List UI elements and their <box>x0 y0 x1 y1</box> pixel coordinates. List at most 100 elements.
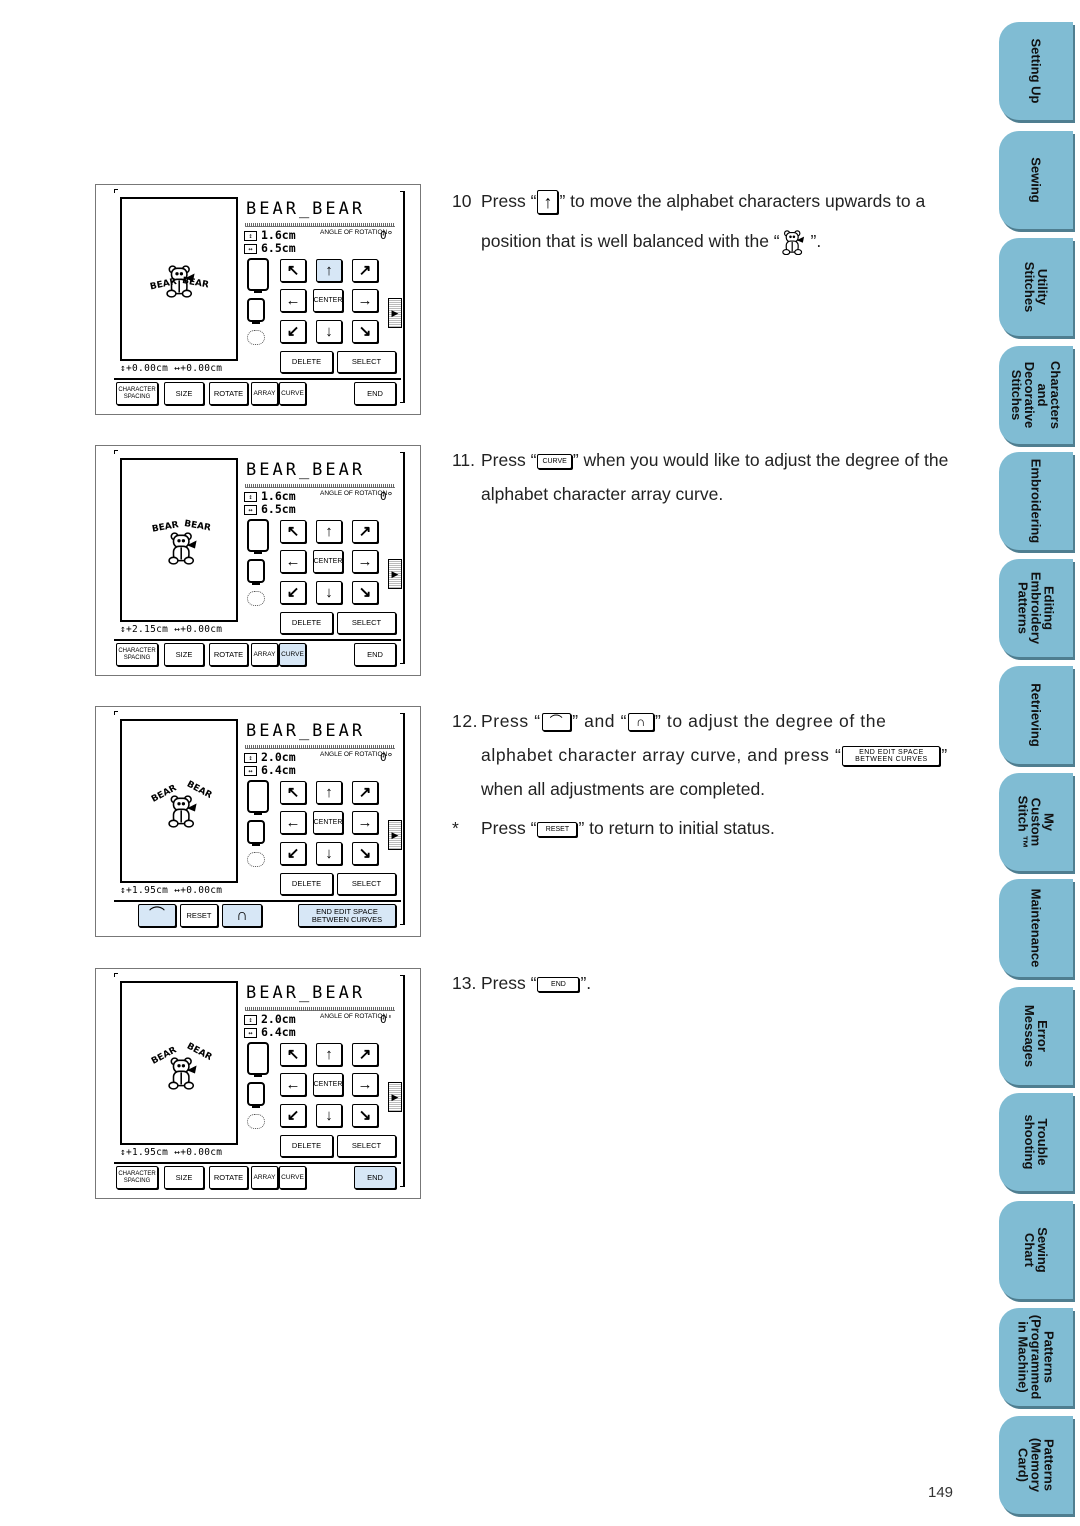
array-button[interactable]: ARRAY <box>251 1166 278 1189</box>
end-edit-space-button[interactable]: END EDIT SPACE BETWEEN CURVES <box>298 904 396 927</box>
delete-button[interactable]: DELETE <box>280 873 333 895</box>
chapter-tab[interactable]: Patterns (Programmed in Machine) <box>999 1308 1073 1406</box>
end-button[interactable]: END <box>354 1166 396 1189</box>
move-up-button[interactable]: ↑ <box>316 520 342 543</box>
small-hoop-icon[interactable] <box>247 591 265 606</box>
array-button[interactable]: ARRAY <box>251 643 278 666</box>
chapter-tab[interactable]: Embroidering <box>999 452 1073 550</box>
chapter-tab[interactable]: Sewing <box>999 131 1073 229</box>
move-right-button[interactable]: → <box>352 1073 378 1096</box>
curve-button[interactable]: CURVE <box>279 643 306 666</box>
chapter-tab[interactable]: Retrieving <box>999 666 1073 764</box>
move-down-right-button[interactable]: ↘ <box>352 842 378 865</box>
large-hoop-icon[interactable] <box>247 258 269 293</box>
character-spacing-button[interactable]: CHARACTER SPACING <box>116 1166 158 1189</box>
move-up-button[interactable]: ↑ <box>316 781 342 804</box>
move-up-button[interactable]: ↑ <box>316 1043 342 1066</box>
delete-button[interactable]: DELETE <box>280 612 333 634</box>
bear-icon <box>168 532 197 565</box>
select-button[interactable]: SELECT <box>337 612 396 634</box>
delete-button[interactable]: DELETE <box>280 351 333 373</box>
move-right-button[interactable]: → <box>352 550 378 573</box>
scroll-right-button[interactable]: ▶ <box>388 820 402 850</box>
move-down-left-button[interactable]: ↙ <box>280 581 306 604</box>
move-down-right-button[interactable]: ↘ <box>352 581 378 604</box>
chapter-tab[interactable]: Setting Up <box>999 22 1073 120</box>
scroll-right-button[interactable]: ▶ <box>388 298 402 328</box>
large-hoop-icon[interactable] <box>247 780 269 815</box>
chapter-tab[interactable]: Maintenance <box>999 879 1073 977</box>
move-left-button[interactable]: ← <box>280 550 306 573</box>
move-right-button[interactable]: → <box>352 289 378 312</box>
move-up-left-button[interactable]: ↖ <box>280 781 306 804</box>
large-hoop-icon[interactable] <box>247 519 269 554</box>
character-spacing-button[interactable]: CHARACTER SPACING <box>116 382 158 405</box>
select-button[interactable]: SELECT <box>337 351 396 373</box>
size-button[interactable]: SIZE <box>164 643 204 666</box>
reset-button[interactable]: RESET <box>180 904 218 927</box>
move-down-left-button[interactable]: ↙ <box>280 842 306 865</box>
move-up-right-button[interactable]: ↗ <box>352 259 378 282</box>
move-up-left-button[interactable]: ↖ <box>280 520 306 543</box>
end-button[interactable]: END <box>354 382 396 405</box>
move-down-right-button[interactable]: ↘ <box>352 1104 378 1127</box>
medium-hoop-icon[interactable] <box>247 298 265 324</box>
move-up-right-button[interactable]: ↗ <box>352 781 378 804</box>
up-key-icon: ↑ <box>537 190 559 215</box>
center-button[interactable]: CENTER <box>313 550 343 573</box>
chapter-tab[interactable]: Sewing Chart <box>999 1201 1073 1299</box>
move-up-right-button[interactable]: ↗ <box>352 1043 378 1066</box>
curve-button[interactable]: CURVE <box>279 382 306 405</box>
move-right-button[interactable]: → <box>352 811 378 834</box>
center-button[interactable]: CENTER <box>313 811 343 834</box>
curve-increase-button[interactable]: ∩ <box>222 904 262 927</box>
select-button[interactable]: SELECT <box>337 1135 396 1157</box>
width-readout: ↔ 6.4cm <box>244 1025 296 1039</box>
medium-hoop-icon[interactable] <box>247 1082 265 1108</box>
chapter-tab[interactable]: My Custom Stitch ™ <box>999 773 1073 871</box>
move-up-button[interactable]: ↑ <box>316 259 342 282</box>
move-up-left-button[interactable]: ↖ <box>280 259 306 282</box>
chapter-tab[interactable]: Characters and Decorative Stitches <box>999 346 1073 444</box>
move-down-button[interactable]: ↓ <box>316 1104 342 1127</box>
chapter-tab[interactable]: Error Messages <box>999 987 1073 1085</box>
move-down-left-button[interactable]: ↙ <box>280 1104 306 1127</box>
small-hoop-icon[interactable] <box>247 330 265 345</box>
move-down-button[interactable]: ↓ <box>316 581 342 604</box>
end-button[interactable]: END <box>354 643 396 666</box>
delete-button[interactable]: DELETE <box>280 1135 333 1157</box>
move-down-button[interactable]: ↓ <box>316 320 342 343</box>
move-left-button[interactable]: ← <box>280 289 306 312</box>
rotate-button[interactable]: ROTATE <box>209 643 248 666</box>
move-down-button[interactable]: ↓ <box>316 842 342 865</box>
move-up-left-button[interactable]: ↖ <box>280 1043 306 1066</box>
move-left-button[interactable]: ← <box>280 811 306 834</box>
center-button[interactable]: CENTER <box>313 289 343 312</box>
chapter-tab[interactable]: Trouble shooting <box>999 1093 1073 1191</box>
chapter-tab[interactable]: Utility Stitches <box>999 238 1073 336</box>
medium-hoop-icon[interactable] <box>247 820 265 846</box>
curve-button[interactable]: CURVE <box>279 1166 306 1189</box>
large-hoop-icon[interactable] <box>247 1042 269 1077</box>
move-down-left-button[interactable]: ↙ <box>280 320 306 343</box>
move-left-button[interactable]: ← <box>280 1073 306 1096</box>
move-down-right-button[interactable]: ↘ <box>352 320 378 343</box>
curve-decrease-button[interactable]: ⌒ <box>138 904 176 927</box>
scroll-right-button[interactable]: ▶ <box>388 559 402 589</box>
rotate-button[interactable]: ROTATE <box>209 382 248 405</box>
small-hoop-icon[interactable] <box>247 852 265 867</box>
rotate-button[interactable]: ROTATE <box>209 1166 248 1189</box>
select-button[interactable]: SELECT <box>337 873 396 895</box>
move-up-right-button[interactable]: ↗ <box>352 520 378 543</box>
small-hoop-icon[interactable] <box>247 1114 265 1129</box>
character-spacing-button[interactable]: CHARACTER SPACING <box>116 643 158 666</box>
size-button[interactable]: SIZE <box>164 1166 204 1189</box>
size-button[interactable]: SIZE <box>164 382 204 405</box>
array-button[interactable]: ARRAY <box>251 382 278 405</box>
medium-hoop-icon[interactable] <box>247 559 265 585</box>
center-button[interactable]: CENTER <box>313 1073 343 1096</box>
preview-word-right: BEAR <box>183 519 211 534</box>
chapter-tab[interactable]: Patterns (Memory Card) <box>999 1416 1073 1514</box>
chapter-tab[interactable]: Editing Embroidery Patterns <box>999 559 1073 657</box>
scroll-right-button[interactable]: ▶ <box>388 1082 402 1112</box>
